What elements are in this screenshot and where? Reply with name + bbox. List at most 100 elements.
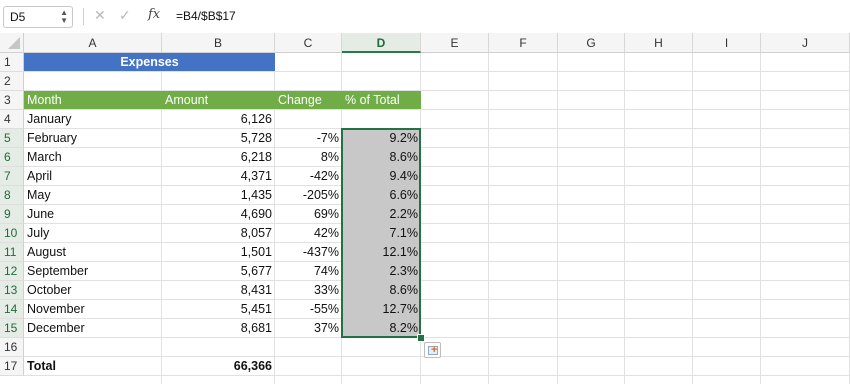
gridline-vertical — [692, 53, 693, 384]
row-header-9[interactable]: 9 — [0, 205, 24, 224]
cell-pct[interactable]: 8.6% — [342, 148, 421, 167]
cell-change[interactable]: 69% — [275, 205, 342, 224]
cell-amount[interactable]: 4,690 — [162, 205, 275, 224]
cell-month[interactable]: April — [24, 167, 162, 186]
cell-change[interactable] — [275, 110, 342, 129]
cell-month[interactable]: August — [24, 243, 162, 262]
gridline-vertical — [624, 53, 625, 384]
cell-month[interactable]: January — [24, 110, 162, 129]
row-header-17[interactable]: 17 — [0, 357, 24, 376]
cell-change[interactable]: -437% — [275, 243, 342, 262]
row-header-12[interactable]: 12 — [0, 262, 24, 281]
column-header-g[interactable]: G — [558, 33, 625, 53]
cell-pct[interactable]: 2.3% — [342, 262, 421, 281]
gridline-vertical — [760, 53, 761, 384]
cell-amount[interactable]: 1,501 — [162, 243, 275, 262]
enter-icon[interactable]: ✓ — [119, 7, 131, 24]
cell-change[interactable]: 33% — [275, 281, 342, 300]
cell-change[interactable]: -205% — [275, 186, 342, 205]
column-header-c[interactable]: C — [275, 33, 342, 53]
row-header-16[interactable]: 16 — [0, 338, 24, 357]
column-header-e[interactable]: E — [421, 33, 489, 53]
row-header-10[interactable]: 10 — [0, 224, 24, 243]
cell-pct[interactable]: 8.2% — [342, 319, 421, 338]
row-header-8[interactable]: 8 — [0, 186, 24, 205]
cell-month[interactable]: November — [24, 300, 162, 319]
cell-month[interactable]: June — [24, 205, 162, 224]
row-header-2[interactable]: 2 — [0, 72, 24, 91]
cell-change[interactable]: -7% — [275, 129, 342, 148]
row-header-11[interactable]: 11 — [0, 243, 24, 262]
column-header-b[interactable]: B — [162, 33, 275, 53]
cell-amount[interactable]: 6,126 — [162, 110, 275, 129]
column-header-j[interactable]: J — [761, 33, 850, 53]
sheet-title-expenses[interactable]: Expenses — [24, 53, 275, 71]
worksheet-grid[interactable]: ABCDEFGHIJ 1 2 3 4 5 6 7 8 9 10 11 12 13 14 15 16 17 Exp… — [0, 33, 850, 384]
row-header-1[interactable]: 1 — [0, 53, 24, 72]
cell-pct[interactable]: 7.1% — [342, 224, 421, 243]
column-header-a[interactable]: A — [24, 33, 162, 53]
cell-change[interactable]: 74% — [275, 262, 342, 281]
cell-pct[interactable]: 2.2% — [342, 205, 421, 224]
column-header-i[interactable]: I — [693, 33, 761, 53]
header-amount[interactable]: Amount — [162, 91, 275, 109]
cell-amount[interactable]: 8,057 — [162, 224, 275, 243]
row-header-13[interactable]: 13 — [0, 281, 24, 300]
row-header-6[interactable]: 6 — [0, 148, 24, 167]
cell-month[interactable]: October — [24, 281, 162, 300]
cell-change[interactable]: 37% — [275, 319, 342, 338]
total-label[interactable]: Total — [24, 357, 162, 376]
cell-month[interactable]: May — [24, 186, 162, 205]
cell-pct[interactable]: 8.6% — [342, 281, 421, 300]
row-header-3[interactable]: 3 — [0, 91, 24, 110]
cell-month[interactable]: July — [24, 224, 162, 243]
cell-amount[interactable]: 5,451 — [162, 300, 275, 319]
row-header-7[interactable]: 7 — [0, 167, 24, 186]
cell-amount[interactable]: 5,728 — [162, 129, 275, 148]
select-all-corner[interactable] — [0, 33, 24, 53]
cell-change[interactable]: -42% — [275, 167, 342, 186]
header-change[interactable]: Change — [275, 91, 342, 109]
fill-handle[interactable] — [417, 334, 425, 342]
row-header-4[interactable]: 4 — [0, 110, 24, 129]
header-month[interactable]: Month — [24, 91, 162, 109]
gridline-vertical — [557, 53, 558, 384]
cell-amount[interactable]: 5,677 — [162, 262, 275, 281]
spinner-arrows-icon[interactable]: ▲ ▼ — [60, 9, 68, 25]
column-header-d[interactable]: D — [342, 33, 421, 53]
quick-analysis-icon[interactable]: + — [424, 342, 441, 358]
cell-pct[interactable]: 9.4% — [342, 167, 421, 186]
cell-pct[interactable]: 6.6% — [342, 186, 421, 205]
cell-amount[interactable]: 8,431 — [162, 281, 275, 300]
cell-amount[interactable]: 1,435 — [162, 186, 275, 205]
cell-month[interactable]: February — [24, 129, 162, 148]
cell-pct[interactable]: 12.1% — [342, 243, 421, 262]
cell-month[interactable]: September — [24, 262, 162, 281]
cell-month[interactable]: December — [24, 319, 162, 338]
column-header-h[interactable]: H — [625, 33, 693, 53]
cancel-icon[interactable]: ✕ — [94, 7, 106, 24]
cell-change[interactable]: 42% — [275, 224, 342, 243]
cell-month[interactable]: March — [24, 148, 162, 167]
formula-bar: D5 ▲ ▼ ✕ ✓ fx =B4/$B$17 — [0, 0, 850, 34]
formula-bar-divider — [83, 8, 84, 25]
row-header-15[interactable]: 15 — [0, 319, 24, 338]
cell-amount[interactable]: 4,371 — [162, 167, 275, 186]
insert-function-icon[interactable]: fx — [148, 7, 160, 22]
total-amount[interactable]: 66,366 — [162, 357, 275, 376]
cell-amount[interactable]: 6,218 — [162, 148, 275, 167]
cell-pct[interactable]: 9.2% — [342, 129, 421, 148]
name-box-value: D5 — [10, 10, 26, 24]
header-percent-of-total[interactable]: % of Total — [342, 91, 421, 109]
cell-change[interactable]: -55% — [275, 300, 342, 319]
name-box[interactable]: D5 ▲ ▼ — [3, 6, 73, 28]
formula-input[interactable]: =B4/$B$17 — [176, 9, 236, 23]
gridline-horizontal — [24, 71, 850, 72]
cell-change[interactable]: 8% — [275, 148, 342, 167]
row-header-14[interactable]: 14 — [0, 300, 24, 319]
cell-pct[interactable] — [342, 110, 421, 129]
cell-amount[interactable]: 8,681 — [162, 319, 275, 338]
column-header-f[interactable]: F — [489, 33, 558, 53]
row-header-5[interactable]: 5 — [0, 129, 24, 148]
cell-pct[interactable]: 12.7% — [342, 300, 421, 319]
